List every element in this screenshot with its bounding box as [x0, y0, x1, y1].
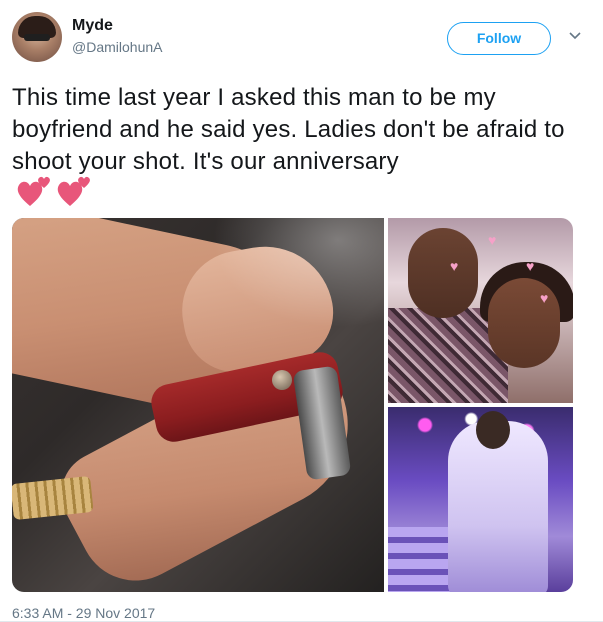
- tweet-card: Myde @DamilohunA Follow This time last y…: [0, 0, 603, 622]
- tweet-header: Myde @DamilohunA Follow: [12, 12, 591, 68]
- photo-face: [408, 228, 478, 318]
- heart-sticker-icon: ♥: [526, 258, 535, 274]
- photo-holding-hands[interactable]: [12, 218, 384, 592]
- chevron-down-icon[interactable]: [565, 26, 585, 46]
- photo-head: [476, 411, 510, 449]
- photo-couple-selfie[interactable]: ♥ ♥ ♥ ♥: [388, 218, 573, 403]
- photo-face: [488, 278, 560, 368]
- two-hearts-emoji: [16, 174, 96, 210]
- avatar-glasses: [24, 34, 50, 41]
- photo-purple-event[interactable]: [388, 407, 573, 592]
- user-info[interactable]: Myde @DamilohunA: [72, 16, 162, 56]
- heart-sticker-icon: ♥: [488, 232, 497, 248]
- avatar[interactable]: [12, 12, 62, 62]
- display-name[interactable]: Myde: [72, 16, 162, 36]
- photo-light: [212, 218, 384, 328]
- tweet-timestamp[interactable]: 6:33 AM - 29 Nov 2017: [12, 604, 155, 622]
- follow-button[interactable]: Follow: [447, 22, 551, 55]
- heart-sticker-icon: ♥: [450, 258, 459, 274]
- tweet-text: This time last year I asked this man to …: [12, 84, 565, 175]
- two-hearts-icon: [57, 176, 90, 206]
- two-hearts-icon: [17, 176, 50, 206]
- photo-watch-stud: [272, 370, 292, 390]
- user-handle[interactable]: @DamilohunA: [72, 38, 162, 56]
- heart-sticker-icon: ♥: [540, 290, 549, 306]
- media-grid: ♥ ♥ ♥ ♥: [12, 218, 573, 592]
